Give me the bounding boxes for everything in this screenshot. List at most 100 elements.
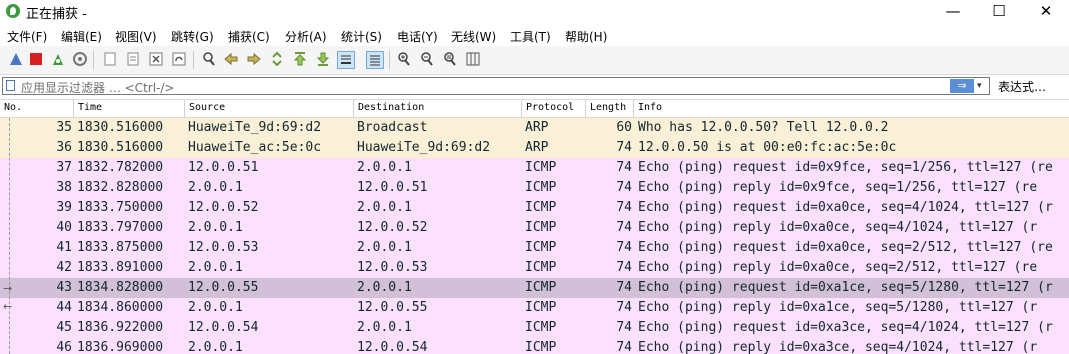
packet-time: 1834.828000 xyxy=(77,280,164,295)
column-divider[interactable] xyxy=(633,100,634,117)
go-last-icon[interactable] xyxy=(314,51,332,69)
column-header-source[interactable]: Source xyxy=(189,102,225,113)
packet-source: HuaweiTe_9d:69:d2 xyxy=(188,120,322,135)
column-divider[interactable] xyxy=(73,100,74,117)
zoom-in-icon[interactable] xyxy=(395,51,413,69)
restart-capture-icon[interactable] xyxy=(49,51,67,69)
menu-file[interactable]: 文件(F) xyxy=(7,28,47,45)
column-divider[interactable] xyxy=(353,100,354,117)
menu-edit[interactable]: 编辑(E) xyxy=(61,28,102,45)
packet-info: Echo (ping) reply id=0xa0ce, seq=4/1024,… xyxy=(638,220,1038,235)
packet-destination: 2.0.0.1 xyxy=(357,320,412,335)
menu-help[interactable]: 帮助(H) xyxy=(565,28,607,45)
packet-destination: HuaweiTe_9d:69:d2 xyxy=(357,140,491,155)
column-header-info[interactable]: Info xyxy=(638,102,662,113)
capture-options-icon[interactable] xyxy=(71,51,89,69)
expression-button[interactable]: 表达式… xyxy=(998,78,1046,95)
packet-number: 42 xyxy=(56,260,72,275)
go-first-icon[interactable] xyxy=(291,51,309,69)
packet-time: 1833.891000 xyxy=(77,260,164,275)
packet-time: 1832.828000 xyxy=(77,180,164,195)
menu-statistics[interactable]: 统计(S) xyxy=(341,28,382,45)
packet-row[interactable]: 39 1833.750000 12.0.0.52 2.0.0.1 ICMP 74 Echo … xyxy=(0,198,1069,218)
column-divider[interactable] xyxy=(184,100,185,117)
packet-list: 35 1830.516000 HuaweiTe_9d:69:d2 Broadcast A… xyxy=(0,118,1069,354)
packet-destination: 2.0.0.1 xyxy=(357,240,412,255)
packet-row[interactable]: 35 1830.516000 HuaweiTe_9d:69:d2 Broadcast A… xyxy=(0,118,1069,138)
packet-source: 12.0.0.51 xyxy=(188,160,259,175)
packet-protocol: ICMP xyxy=(525,200,557,215)
packet-row[interactable]: 40 1833.797000 2.0.0.1 12.0.0.52 ICMP 74 Echo … xyxy=(0,218,1069,238)
colorize-icon[interactable] xyxy=(366,51,384,69)
go-forward-icon[interactable] xyxy=(245,51,263,69)
packet-length: 74 xyxy=(616,320,632,335)
packet-protocol: ICMP xyxy=(525,320,557,335)
zoom-out-icon[interactable] xyxy=(418,51,436,69)
zoom-normal-icon[interactable] xyxy=(441,51,459,69)
packet-number: 37 xyxy=(56,160,72,175)
autoscroll-icon[interactable] xyxy=(337,51,355,69)
packet-length: 74 xyxy=(616,180,632,195)
packet-number: 46 xyxy=(56,340,72,354)
packet-row[interactable]: 44 1834.860000 2.0.0.1 12.0.0.55 ICMP 74 Echo … xyxy=(0,298,1069,318)
packet-info: Echo (ping) request id=0xa1ce, seq=5/128… xyxy=(638,280,1053,295)
packet-info: Who has 12.0.0.50? Tell 12.0.0.2 xyxy=(638,120,889,135)
go-back-icon[interactable] xyxy=(222,51,240,69)
menu-go[interactable]: 跳转(G) xyxy=(171,28,214,45)
close-button[interactable]: ✕ xyxy=(1023,0,1069,24)
packet-row[interactable]: 42 1833.891000 2.0.0.1 12.0.0.53 ICMP 74 Echo … xyxy=(0,258,1069,278)
window-title: 正在捕获 - xyxy=(26,7,87,22)
maximize-button[interactable]: ☐ xyxy=(976,0,1022,24)
chevron-down-icon[interactable]: ▾ xyxy=(977,79,987,93)
packet-info: Echo (ping) reply id=0xa1ce, seq=5/1280,… xyxy=(638,300,1038,315)
packet-row[interactable]: 38 1832.828000 2.0.0.1 12.0.0.51 ICMP 74 Echo … xyxy=(0,178,1069,198)
menu-wireless[interactable]: 无线(W) xyxy=(451,28,496,45)
packet-row[interactable]: 41 1833.875000 12.0.0.53 2.0.0.1 ICMP 74 Echo … xyxy=(0,238,1069,258)
column-divider[interactable] xyxy=(585,100,586,117)
save-file-icon[interactable] xyxy=(124,51,142,69)
packet-protocol: ICMP xyxy=(525,260,557,275)
packet-protocol: ICMP xyxy=(525,160,557,175)
packet-row[interactable]: 36 1830.516000 HuaweiTe_ac:5e:0c HuaweiTe_9… xyxy=(0,138,1069,158)
column-header-protocol[interactable]: Protocol xyxy=(526,102,574,113)
apply-filter-button[interactable]: ⇒ xyxy=(950,79,974,93)
packet-row[interactable]: 37 1832.782000 12.0.0.51 2.0.0.1 ICMP 74 Echo … xyxy=(0,158,1069,178)
menu-view[interactable]: 视图(V) xyxy=(115,28,157,45)
menu-telephony[interactable]: 电话(Y) xyxy=(397,28,438,45)
bookmark-icon[interactable] xyxy=(6,80,15,91)
column-header-time[interactable]: Time xyxy=(78,102,102,113)
packet-row[interactable]: 46 1836.969000 2.0.0.1 12.0.0.54 ICMP 74 Echo … xyxy=(0,338,1069,354)
open-file-icon[interactable] xyxy=(101,51,119,69)
column-header-no[interactable]: No. xyxy=(4,102,22,113)
reload-file-icon[interactable] xyxy=(170,51,188,69)
packet-source: 2.0.0.1 xyxy=(188,260,243,275)
go-to-packet-icon[interactable] xyxy=(268,51,286,69)
packet-row[interactable]: 45 1836.922000 12.0.0.54 2.0.0.1 ICMP 74 Echo … xyxy=(0,318,1069,338)
menu-tools[interactable]: 工具(T) xyxy=(510,28,551,45)
packet-destination: 12.0.0.52 xyxy=(357,220,428,235)
request-arrow-icon: → xyxy=(3,282,13,295)
close-file-icon[interactable] xyxy=(147,51,165,69)
packet-length: 74 xyxy=(616,340,632,354)
selected-packet-row[interactable]: 43 1834.828000 12.0.0.55 2.0.0.1 ICMP 74 Echo … xyxy=(0,278,1069,298)
column-header-destination[interactable]: Destination xyxy=(358,102,424,113)
menu-capture[interactable]: 捕获(C) xyxy=(228,28,270,45)
resize-columns-icon[interactable] xyxy=(464,51,482,69)
packet-time: 1832.782000 xyxy=(77,160,164,175)
title-bar: 正在捕获 - — ☐ ✕ xyxy=(0,0,1069,24)
packet-time: 1830.516000 xyxy=(77,140,164,155)
packet-source: 12.0.0.52 xyxy=(188,200,259,215)
column-header-length[interactable]: Length xyxy=(590,102,626,113)
reply-arrow-icon: ← xyxy=(3,300,13,313)
column-divider[interactable] xyxy=(521,100,522,117)
find-packet-icon[interactable] xyxy=(200,51,218,69)
shark-fin-start-icon[interactable] xyxy=(7,51,25,69)
packet-destination: 2.0.0.1 xyxy=(357,160,412,175)
stop-capture-icon[interactable] xyxy=(27,51,45,69)
wireshark-logo-icon xyxy=(6,4,20,18)
packet-source: 2.0.0.1 xyxy=(188,220,243,235)
packet-length: 74 xyxy=(616,300,632,315)
display-filter-input[interactable]: 应用显示过滤器 … <Ctrl-/> ⇒ ▾ xyxy=(2,77,990,95)
minimize-button[interactable]: — xyxy=(930,0,976,24)
menu-analyze[interactable]: 分析(A) xyxy=(285,28,327,45)
